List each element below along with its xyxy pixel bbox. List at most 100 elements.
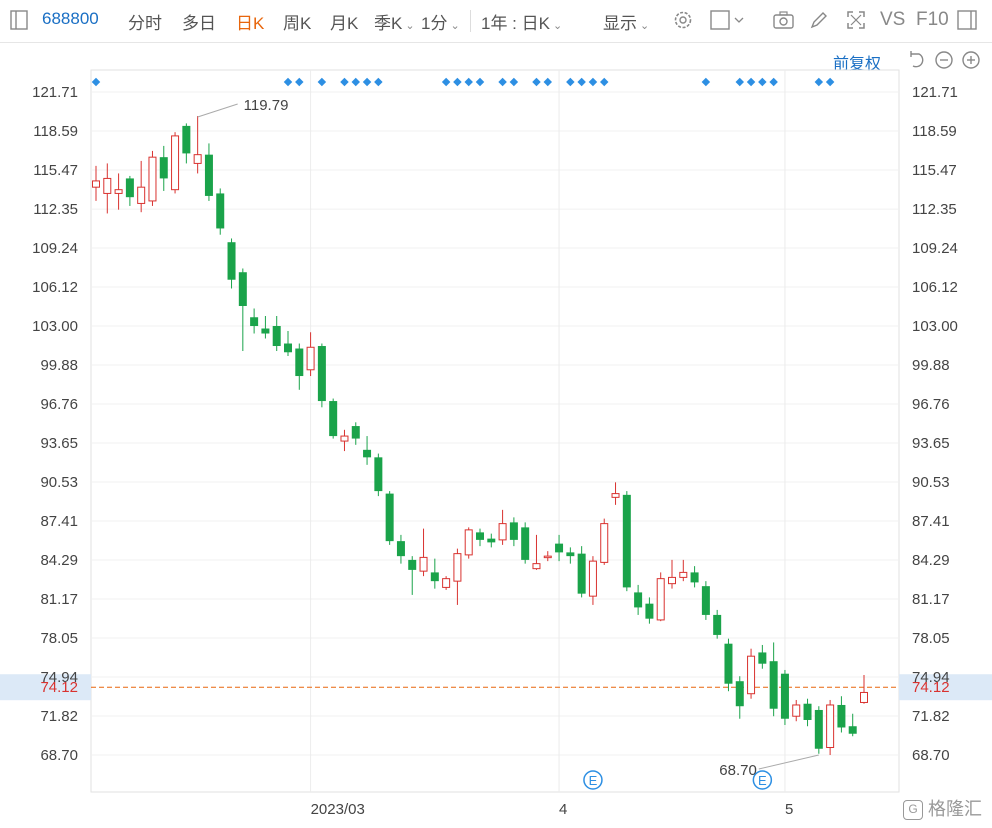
y-tick-label-left: 84.29	[40, 552, 78, 569]
watermark-icon: G	[903, 800, 923, 821]
candle-body-up	[340, 435, 349, 442]
candle-body-down	[216, 193, 225, 229]
tab-daily-k[interactable]: 日K	[236, 9, 264, 34]
candle-body-down	[408, 559, 417, 570]
candle-body-up	[114, 189, 123, 194]
price-band: 74.12 74.12	[0, 674, 992, 701]
candle-body-down	[487, 538, 496, 543]
event-dot	[566, 77, 575, 87]
event-dot	[746, 77, 756, 87]
annotation-low: 68.70	[719, 762, 757, 779]
event-dot	[340, 77, 349, 87]
tab-monthly-k[interactable]: 月K	[330, 9, 358, 34]
candle-body-up	[171, 135, 180, 191]
candle-body-up	[103, 177, 112, 194]
watermark-text: 格隆汇	[928, 799, 983, 819]
candle-body-up	[792, 704, 801, 717]
candlestick-chart[interactable]: 74.12 74.12 121.71 121.71 118.59 118.59 115.4…	[0, 42, 992, 828]
candle-body-down	[430, 572, 439, 582]
candle-body-down	[634, 592, 643, 608]
pencil-icon[interactable]	[808, 9, 830, 31]
event-dot	[464, 77, 473, 87]
candle-body-up	[668, 576, 676, 585]
candles	[92, 116, 868, 755]
y-tick-label-right: 115.47	[912, 162, 957, 179]
candle-body-down	[803, 703, 812, 720]
event-dot	[825, 77, 835, 87]
x-tick-label: 5	[785, 801, 793, 818]
display-select-label: 显示	[603, 14, 637, 33]
event-dot	[453, 77, 462, 87]
f10-button[interactable]: F10	[916, 9, 949, 31]
display-select[interactable]: 显示 ⌄	[603, 9, 649, 34]
candle-body-down	[317, 346, 326, 402]
x-tick-label: 2023/03	[311, 801, 365, 818]
candle-body-down	[125, 178, 134, 198]
y-tick-label-left: 71.82	[40, 708, 78, 725]
y-tick-label-left: 93.65	[40, 435, 78, 452]
y-tick-label-left: 109.24	[32, 240, 78, 257]
candle-body-up	[92, 180, 100, 188]
event-marker-label: E	[589, 773, 598, 788]
sidebar-toggle-icon[interactable]	[8, 9, 30, 31]
tab-season-k[interactable]: 季K ⌄	[374, 9, 415, 34]
y-tick-label-right: 93.65	[912, 435, 950, 452]
candle-body-down	[374, 457, 383, 492]
candle-body-down	[476, 532, 484, 540]
y-tick-label-left: 78.05	[40, 630, 78, 647]
annotation-leader	[197, 103, 238, 118]
vs-button[interactable]: VS	[880, 9, 905, 31]
tab-multiday[interactable]: 多日	[182, 9, 216, 34]
candle-body-down	[182, 125, 191, 154]
tab-weekly-k[interactable]: 周K	[283, 9, 311, 34]
y-tick-label-left: 90.53	[40, 474, 78, 491]
candle-body-up	[543, 555, 552, 559]
y-tick-label-right: 103.00	[912, 318, 958, 335]
candle-body-down	[780, 673, 789, 719]
event-dot	[588, 77, 598, 87]
candle-body-down	[724, 643, 733, 684]
y-tick-label-right: 121.71	[912, 84, 958, 101]
tab-timeshare[interactable]: 分时	[128, 9, 162, 34]
watermark: G 格隆汇	[903, 795, 982, 821]
event-dot	[543, 77, 553, 87]
gear-icon[interactable]	[672, 9, 694, 31]
annotation-leader	[758, 754, 819, 770]
camera-icon[interactable]	[772, 9, 794, 31]
y-tick-label-right: 68.70	[912, 747, 950, 764]
candle-body-down	[690, 572, 699, 583]
candle-body-up	[137, 186, 146, 204]
candle-body-down	[284, 343, 292, 353]
y-tick-label-left: 115.47	[33, 162, 78, 179]
range-select[interactable]: 1年 : 日K ⌄	[481, 9, 562, 34]
candle-body-up	[679, 571, 688, 578]
candle-body-down	[701, 586, 710, 615]
candle-body-down	[396, 541, 405, 557]
tab-season-k-label: 季K	[374, 14, 403, 33]
candle-body-down	[363, 449, 372, 458]
candle-body-down	[848, 726, 857, 734]
candle-body-up	[532, 563, 541, 570]
candle-body-down	[555, 543, 564, 553]
y-tick-label-left: 106.12	[32, 279, 78, 296]
event-dot	[498, 77, 507, 87]
candle-body-down	[385, 493, 394, 542]
minute-select-label: 1分	[421, 14, 448, 33]
fullscreen-icon[interactable]	[845, 9, 867, 31]
candle-body-up	[498, 523, 507, 541]
minute-select[interactable]: 1分 ⌄	[421, 9, 460, 34]
candle-body-up	[747, 655, 756, 695]
y-tick-label-left: 103.00	[32, 318, 78, 335]
event-dot	[577, 77, 586, 87]
candle-body-down	[713, 614, 722, 635]
y-tick-label-left: 99.88	[40, 357, 78, 374]
event-dot	[475, 77, 485, 87]
event-dot	[599, 77, 609, 87]
event-marker-label: E	[758, 773, 767, 788]
event-dot	[362, 77, 372, 87]
chevron-down-icon: ⌄	[405, 20, 415, 32]
y-tick-label-right: 109.24	[912, 240, 958, 257]
candle-body-down	[837, 704, 846, 728]
panel-toggle-icon[interactable]	[956, 9, 978, 31]
color-box-icon[interactable]	[710, 9, 744, 31]
